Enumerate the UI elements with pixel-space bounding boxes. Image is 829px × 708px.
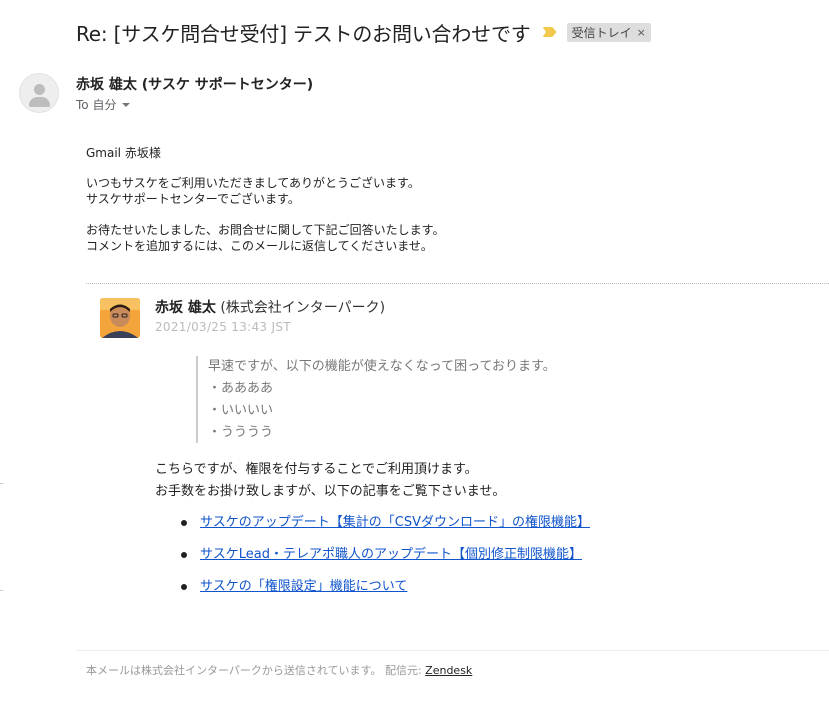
- comment-author-company: (株式会社インターパーク): [220, 300, 386, 316]
- list-item: サスケのアップデート【集計の「CSVダウンロード」の権限機能】: [176, 511, 590, 543]
- quote-line: ・うううう: [208, 425, 274, 440]
- label-chip-text: 受信トレイ: [571, 25, 632, 40]
- comment-author-name: 赤坂 雄太: [155, 300, 216, 316]
- intro-line-2: サスケサポートセンターでございます。: [86, 192, 300, 206]
- edge-marker: [0, 590, 3, 591]
- article-links-list: サスケのアップデート【集計の「CSVダウンロード」の権限機能】 サスケLead・…: [176, 511, 590, 607]
- email-footer: 本メールは株式会社インターパークから送信されています。 配信元: Zendesk: [86, 662, 472, 678]
- list-item: サスケの「権限設定」機能について: [176, 575, 590, 607]
- email-subject-row: Re: [サスケ問合せ受付] テストのお問い合わせです 受信トレイ ×: [76, 16, 651, 48]
- recipient-details-toggle[interactable]: To 自分: [76, 96, 131, 113]
- comment-author: 赤坂 雄太 (株式会社インターパーク): [155, 297, 385, 317]
- quote-line: 早速ですが、以下の機能が使えなくなって困っております。: [208, 359, 556, 374]
- intro-line-4: コメントを追加するには、このメールに返信してくださいませ。: [86, 239, 433, 253]
- default-avatar-body: [29, 97, 50, 107]
- zendesk-link[interactable]: Zendesk: [425, 664, 472, 677]
- article-link[interactable]: サスケLead・テレアポ職人のアップデート【個別修正制限機能】: [200, 547, 582, 562]
- edge-marker: [0, 483, 3, 484]
- default-avatar-head: [34, 84, 45, 95]
- recipient-label: To 自分: [76, 98, 117, 112]
- label-chip-inbox[interactable]: 受信トレイ ×: [566, 22, 651, 42]
- comment-divider: [86, 283, 829, 284]
- remove-label-icon[interactable]: ×: [637, 26, 646, 39]
- intro-paragraph-1: いつもサスケをご利用いただきましてありがとうございます。 サスケサポートセンター…: [86, 175, 444, 207]
- sender-avatar[interactable]: [19, 73, 59, 113]
- agent-avatar: [100, 298, 140, 338]
- intro-line-3: お待たせいたしました、お問合せに関して下記ご回答いたします。: [86, 223, 445, 237]
- chevron-down-icon[interactable]: [122, 102, 131, 107]
- email-body-intro: Gmail 赤坂様 いつもサスケをご利用いただきましてありがとうございます。 サ…: [86, 145, 444, 268]
- greeting: Gmail 赤坂様: [86, 146, 161, 160]
- sender-name: 赤坂 雄太 (サスケ サポートセンター): [76, 77, 314, 93]
- intro-paragraph-2: お待たせいたしました、お問合せに関して下記ご回答いたします。 コメントを追加する…: [86, 222, 444, 254]
- quote-line: ・いいいい: [208, 403, 274, 418]
- email-subject: Re: [サスケ問合せ受付] テストのお問い合わせです: [76, 21, 531, 46]
- comment-date: 2021/03/25 13:43 JST: [155, 320, 291, 334]
- intro-line-1: いつもサスケをご利用いただきましてありがとうございます。: [86, 176, 420, 190]
- agent-photo-icon: [100, 298, 140, 338]
- reply-line-2: お手数をお掛け致しますが、以下の記事をご覧下さいませ。: [155, 484, 506, 499]
- reply-text: こちらですが、権限を付与することでご利用頂けます。 お手数をお掛け致しますが、以…: [155, 459, 505, 503]
- footer-text: 本メールは株式会社インターパークから送信されています。 配信元:: [86, 664, 422, 677]
- reply-line-1: こちらですが、権限を付与することでご利用頂けます。: [155, 462, 478, 477]
- quoted-message: 早速ですが、以下の機能が使えなくなって困っております。 ・ああああ ・いいいい …: [196, 356, 556, 443]
- importance-marker-icon[interactable]: [542, 27, 557, 37]
- article-link[interactable]: サスケのアップデート【集計の「CSVダウンロード」の権限機能】: [200, 515, 590, 530]
- footer-divider: [76, 650, 829, 651]
- quote-line: ・ああああ: [208, 381, 274, 396]
- list-item: サスケLead・テレアポ職人のアップデート【個別修正制限機能】: [176, 543, 590, 575]
- article-link[interactable]: サスケの「権限設定」機能について: [200, 579, 407, 594]
